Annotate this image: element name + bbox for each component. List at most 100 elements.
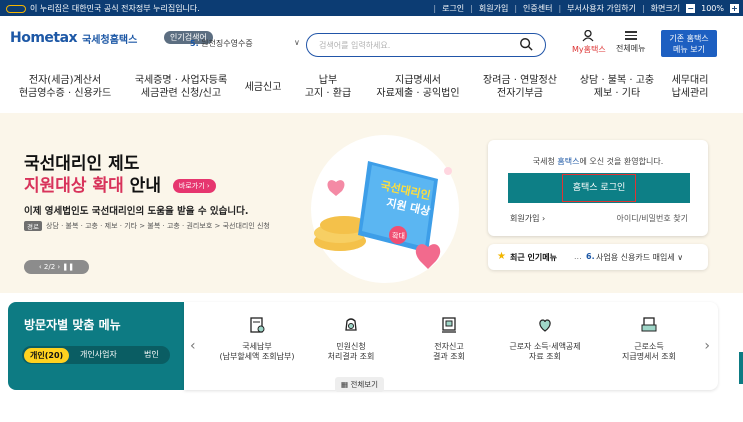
zoom-out-button[interactable]: −: [686, 4, 696, 13]
hometax-logo[interactable]: Hometax 국세청홈택스: [10, 30, 137, 46]
search-input[interactable]: 검색어를 입력하세요.: [319, 40, 390, 51]
basic-hometax-line2: 메뉴 보기: [673, 45, 705, 54]
gov-top-bar: 이 누리집은 대한민국 공식 전자정부 누리집입니다. | 로그인 | 회원가입…: [0, 0, 743, 16]
popular-menu-text: 사업용 신용카드 매입세 ∨: [596, 253, 684, 262]
gnb-item-statement[interactable]: 지급명세서 자료제출 · 공익법인: [368, 74, 468, 100]
gnb-item-consult[interactable]: 상담 · 불복 · 고충 제보 · 기타: [572, 74, 662, 100]
welcome-pre: 국세청: [532, 157, 558, 166]
route-badge: 경로: [24, 221, 42, 231]
banner-pager[interactable]: ‹ 2/2 › ❚❚: [24, 260, 89, 274]
quick-item-line1: 민원신청: [336, 342, 366, 351]
gnb-item-certificate-line2: 세금관련 신청/신고: [140, 88, 222, 99]
popular-search-item[interactable]: 5. 원천징수영수증: [190, 38, 253, 49]
top-link-dept-user[interactable]: 부서사용자 가입하기: [567, 3, 636, 14]
national-advocate-book-illustration: 국선대리인 지원 대상 확대: [311, 135, 459, 283]
main-navigation: 전자(세금)계산서 현금영수증 · 신용카드 국세증명 · 사업자등록 세금관련…: [0, 74, 743, 108]
quick-item-tax-payment[interactable]: 국세납부 (납부할세액 조회납부): [212, 316, 302, 362]
chevron-left-icon[interactable]: ‹: [190, 338, 196, 354]
basic-hometax-line1: 기존 홈택스: [669, 34, 709, 43]
gnb-item-invoice[interactable]: 전자(세금)계산서 현금영수증 · 신용카드: [10, 74, 120, 100]
gnb-item-statement-line2: 자료제출 · 공익법인: [376, 88, 460, 99]
recent-popular-menu[interactable]: ★ 최근 인기메뉴 ... 6. 사업용 신용카드 매입세 ∨: [488, 244, 708, 270]
top-link-login[interactable]: 로그인: [442, 3, 464, 14]
hero-title-rest: 안내: [123, 176, 161, 196]
login-button-label: 홈택스 로그인: [561, 174, 637, 202]
welcome-post: 에 오신 것을 환영합니다.: [579, 157, 664, 166]
tax-payment-icon: [250, 317, 265, 333]
quick-item-line2: 처리결과 조회: [327, 352, 375, 361]
top-link-screen-size: 화면크기: [650, 4, 681, 13]
all-menu-label: 전체메뉴: [616, 43, 646, 53]
quick-item-deduction[interactable]: 근로자 소득·세액공제 자료 조회: [500, 316, 590, 362]
search-icon[interactable]: [519, 37, 533, 51]
basic-hometax-button[interactable]: 기존 홈택스 메뉴 보기: [661, 30, 717, 57]
gnb-item-agent-line2: 납세관리: [671, 88, 709, 99]
deduction-icon: [539, 319, 551, 332]
gnb-item-incentive-line1: 장려금 · 연말정산: [483, 75, 557, 86]
user-icon: [582, 30, 594, 42]
side-tab[interactable]: [739, 352, 743, 384]
civil-request-icon: [345, 318, 357, 331]
gnb-item-incentive[interactable]: 장려금 · 연말정산 전자기부금: [470, 74, 570, 100]
tab-corporation[interactable]: 법인: [144, 349, 159, 360]
view-all-button[interactable]: ▦ 전체보기: [335, 377, 385, 392]
star-icon: ★: [497, 251, 506, 262]
hometax-login-button[interactable]: 홈택스 로그인: [508, 173, 690, 203]
route-text: 상담 · 불복 · 고충 · 제보 · 기타 > 불복 · 고충 · 권리보호 …: [45, 222, 270, 230]
visitor-tabs: 개인(20) 개인사업자 법인: [22, 346, 170, 364]
gnb-item-tax-report-line1: 세금신고: [244, 82, 282, 93]
gov-notice-text: 이 누리집은 대한민국 공식 전자정부 누리집입니다.: [30, 4, 200, 13]
quick-item-line2: (납부할세액 조회납부): [219, 352, 295, 361]
popular-term: 원천징수영수증: [201, 39, 253, 48]
quick-item-line1: 전자신고: [434, 342, 464, 351]
login-card: 국세청 홈택스에 오신 것을 환영합니다. 홈택스 로그인 회원가입 › 아이디…: [488, 140, 708, 236]
tab-sole-proprietor[interactable]: 개인사업자: [80, 349, 117, 360]
gnb-item-incentive-line2: 전자기부금: [497, 88, 543, 99]
hero-description: 이제 영세법인도 국선대리인의 도움을 받을 수 있습니다.: [24, 206, 249, 217]
visitor-custom-menu: 방문자별 맞춤 메뉴 개인(20) 개인사업자 법인: [8, 302, 184, 390]
quick-item-civil-request[interactable]: 민원신청 처리결과 조회: [306, 316, 396, 362]
chevron-right-icon[interactable]: ›: [704, 338, 710, 354]
hero-shortcut-button[interactable]: 바로가기 ›: [172, 179, 216, 193]
quick-item-line2: 자료 조회: [529, 352, 561, 361]
welcome-message: 국세청 홈택스에 오신 것을 환영합니다.: [488, 156, 708, 167]
top-link-cert[interactable]: 인증센터: [523, 3, 552, 14]
quick-item-line1: 국세납부: [242, 342, 272, 351]
hero-route: 경로 상담 · 불복 · 고충 · 제보 · 기타 > 불복 · 고충 · 권리…: [24, 221, 270, 231]
gnb-item-certificate-line1: 국세증명 · 사업자등록: [134, 75, 228, 86]
quick-item-line2: 결과 조회: [433, 352, 465, 361]
e-filing-icon: [442, 317, 456, 333]
gnb-item-tax-report[interactable]: 세금신고: [238, 81, 288, 94]
all-menu-button[interactable]: 전체메뉴: [616, 30, 645, 54]
hamburger-icon: [624, 31, 637, 40]
gov-emblem-icon: [6, 4, 26, 13]
zoom-in-button[interactable]: +: [730, 4, 739, 13]
gnb-item-statement-line1: 지급명세서: [395, 75, 441, 86]
logo-hometax-text: Hometax: [10, 30, 78, 46]
gnb-item-invoice-line1: 전자(세금)계산서: [28, 75, 102, 86]
payslip-icon: [641, 317, 657, 332]
my-hometax-label: My홈택스: [572, 45, 606, 54]
gnb-item-payment-line1: 납부: [318, 75, 338, 86]
header: Hometax 국세청홈택스 인기검색어 5. 원천징수영수증 ∨ 검색어를 입…: [0, 16, 743, 68]
quick-item-line1: 근로소득: [634, 342, 664, 351]
quick-item-line2: 지급명세서 조회: [621, 352, 677, 361]
join-link[interactable]: 회원가입 ›: [510, 213, 545, 224]
gnb-item-invoice-line2: 현금영수증 · 신용카드: [18, 88, 112, 99]
top-link-join[interactable]: 회원가입: [479, 3, 508, 14]
top-links: | 로그인 | 회원가입 | 인증센터 | 부서사용자 가입하기 | 화면크기 …: [433, 3, 739, 14]
find-id-password-link[interactable]: 아이디/비밀번호 찾기: [617, 213, 688, 224]
gnb-item-payment[interactable]: 납부 고지 · 환급: [300, 74, 356, 100]
search-box[interactable]: 검색어를 입력하세요.: [306, 33, 546, 57]
chevron-down-icon[interactable]: ∨: [294, 38, 300, 47]
gnb-item-consult-line2: 제보 · 기타: [593, 88, 641, 99]
quick-item-e-filing[interactable]: 전자신고 결과 조회: [404, 316, 494, 362]
quick-menu-panel: ‹ › 국세납부 (납부할세액 조회납부) 민원신청 처리결과 조회 전자신고 …: [184, 302, 718, 392]
quick-item-payslip[interactable]: 근로소득 지급명세서 조회: [604, 316, 694, 362]
gnb-item-payment-line2: 고지 · 환급: [304, 88, 352, 99]
tab-individual[interactable]: 개인(20): [24, 348, 70, 363]
my-hometax-button[interactable]: My홈택스: [572, 30, 606, 55]
book-badge-text: 확대: [392, 231, 405, 240]
gnb-item-agent[interactable]: 세무대리 납세관리: [664, 74, 716, 100]
gnb-item-certificate[interactable]: 국세증명 · 사업자등록 세금관련 신청/신고: [126, 74, 236, 100]
